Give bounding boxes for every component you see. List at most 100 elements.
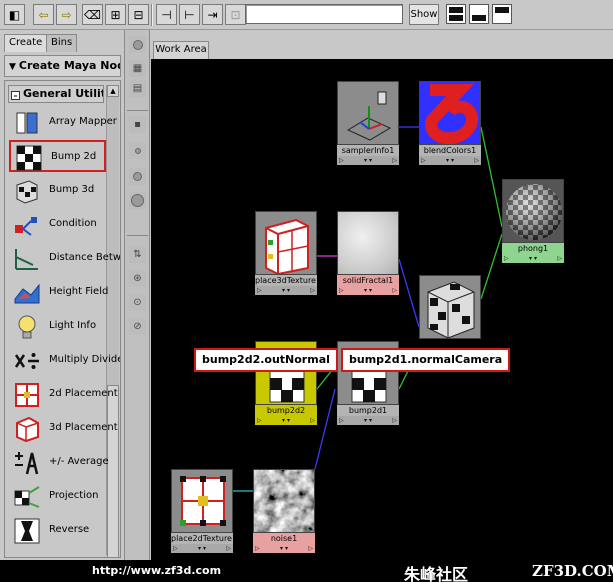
node-sampler-info[interactable]: samplerInfo1 ▷ ▾ ▾ ▷ <box>337 81 399 173</box>
node-solid-fractal[interactable]: solidFractal1 ▷ ▾ ▾ ▷ <box>337 211 399 303</box>
item-label: Multiply Divide <box>49 354 121 365</box>
connection-line[interactable] <box>398 258 420 328</box>
node-phong[interactable]: phong1 ▷ ▾ ▾ ▷ <box>502 179 564 271</box>
node-label: bump2d2 <box>255 405 317 416</box>
vtool-separator <box>127 110 148 111</box>
list-item-height-field[interactable]: Height Field <box>9 277 109 309</box>
list-item-condition[interactable]: Condition <box>9 209 106 241</box>
sampler-info-icon <box>346 91 392 141</box>
list-scrollbar[interactable]: ▲ <box>106 85 119 557</box>
create-maya-nodes-dropdown[interactable]: ▼Create Maya Node <box>4 55 121 77</box>
list-item-reverse[interactable]: Reverse <box>9 515 106 547</box>
node-ports: ▷ ▾ ▾ ▷ <box>337 416 399 425</box>
item-label: Reverse <box>49 524 90 535</box>
tab-bins[interactable]: Bins <box>46 34 78 52</box>
node-place-2d-texture[interactable]: place2dTexture1 ▷ ▾ ▾ ▷ <box>171 469 233 561</box>
node-blend-colors[interactable]: blendColors1 ▷ ▾ ▾ ▷ <box>419 81 481 173</box>
tab-work-area[interactable]: Work Area <box>153 41 209 59</box>
eraser-icon[interactable]: ⌫ <box>82 4 103 25</box>
tab-create[interactable]: Create <box>4 34 48 52</box>
bump-3d-icon <box>16 180 38 204</box>
input-connections-icon[interactable]: ⊣ <box>156 4 177 25</box>
sort-time-icon[interactable]: ⊙ <box>129 294 146 311</box>
list-item-3d-placement[interactable]: 3d Placement <box>9 413 118 445</box>
sort-reverse-icon[interactable]: ⊘ <box>129 318 146 335</box>
node-noise[interactable]: noise1 ▷ ▾ ▾ ▷ <box>253 469 315 561</box>
layout-top-icon[interactable] <box>492 4 512 24</box>
node-ports: ▷ ▾ ▾ ▷ <box>337 156 399 165</box>
scroll-thumb[interactable] <box>107 385 119 557</box>
item-label: Light Info <box>49 320 97 331</box>
toolbar-separator <box>151 4 153 26</box>
item-label: Height Field <box>49 286 109 297</box>
arrow-right-icon[interactable]: ⇨ <box>56 4 77 25</box>
node-ports: ▷ ▾ ▾ ▷ <box>337 286 399 295</box>
vertical-toolbar: ▦ ▤ ▪ ⇅ ⊛ ⊙ ⊘ <box>125 30 150 560</box>
create-header-label: Create Maya Node <box>18 59 120 72</box>
list-item-light-info[interactable]: Light Info <box>9 311 106 343</box>
height-field-icon <box>14 283 40 304</box>
node-thumbnail <box>337 211 399 275</box>
connection-line[interactable] <box>314 388 336 470</box>
graph-network-icon[interactable]: ⊟ <box>128 4 149 25</box>
bump-3d-icon <box>427 281 475 338</box>
output-connections-icon[interactable]: ⇥ <box>202 4 223 25</box>
show-button[interactable]: Show <box>409 4 439 25</box>
list-item-projection[interactable]: Projection <box>9 481 106 513</box>
node-ports: ▷ ▾ ▾ ▷ <box>171 544 233 553</box>
work-area-canvas[interactable]: samplerInfo1 ▷ ▾ ▾ ▷ blendColors1 ▷ ▾ ▾ ▷ <box>151 59 613 560</box>
node-thumbnail <box>337 81 399 145</box>
node-thumbnail <box>419 275 481 339</box>
small-square-icon[interactable]: ▪ <box>129 116 146 133</box>
rearrange-icon[interactable]: ⊞ <box>105 4 126 25</box>
list-item-distance-between[interactable]: Distance Between <box>9 243 120 275</box>
top-toolbar: ◧ ⇦ ⇨ ⌫ ⊞ ⊟ ⊣ ⊢ ⇥ ⊡ Show <box>0 0 613 30</box>
triangle-down-icon: ▼ <box>9 62 16 72</box>
node-place-3d-texture[interactable]: place3dTexture1 ▷ ▾ ▾ ▷ <box>255 211 317 303</box>
node-thumbnail <box>253 469 315 533</box>
list-view-icon[interactable]: ▤ <box>129 80 146 97</box>
connection-line[interactable] <box>480 126 503 228</box>
node-ports: ▷ ▾ ▾ ▷ <box>253 544 315 553</box>
node-ports: ▷ ▾ ▾ ▷ <box>255 416 317 425</box>
grid-view-icon[interactable]: ▦ <box>129 60 146 77</box>
arrow-left-icon[interactable]: ⇦ <box>33 4 54 25</box>
item-label: +/- Average <box>49 456 109 467</box>
graph-icon[interactable]: ◧ <box>4 4 25 25</box>
projection-icon <box>14 486 40 508</box>
section-label: General Utilities <box>23 87 103 100</box>
list-item-multiply-divide[interactable]: Multiply Divide <box>9 345 120 377</box>
filter-icon[interactable]: ⊡ <box>225 4 246 25</box>
large-dot-icon[interactable] <box>129 192 146 209</box>
connection-line[interactable] <box>480 233 503 300</box>
light-info-icon <box>18 315 36 339</box>
connection-source-label: bump2d2.outNormal <box>194 348 338 372</box>
node-label: place2dTexture1 <box>171 533 233 544</box>
blend-colors-icon <box>425 84 478 144</box>
small-dot-icon[interactable] <box>129 142 146 159</box>
checker-sphere-icon <box>506 184 562 240</box>
sort-type-icon[interactable]: ⊛ <box>129 270 146 287</box>
search-input[interactable] <box>245 4 403 24</box>
layout-split-icon[interactable] <box>446 4 466 24</box>
list-item-plus-minus-average[interactable]: +/- Average <box>9 447 109 479</box>
input-output-icon[interactable]: ⊢ <box>179 4 200 25</box>
medium-dot-icon[interactable] <box>129 168 146 185</box>
placement-3d-icon <box>16 416 39 443</box>
node-thumbnail <box>419 81 481 145</box>
section-general-utilities[interactable]: –General Utilities <box>8 85 104 103</box>
list-item-bump-2d[interactable]: Bump 2d <box>9 140 106 172</box>
layout-bottom-icon[interactable] <box>469 4 489 24</box>
sphere-icon[interactable] <box>129 36 146 53</box>
sort-alpha-icon[interactable]: ⇅ <box>129 246 146 263</box>
list-item-bump-3d[interactable]: Bump 3d <box>9 175 106 207</box>
node-label: noise1 <box>253 533 315 544</box>
node-thumbnail <box>171 469 233 533</box>
node-list: –General Utilities ▲ Array Mapper Bump 2… <box>4 80 121 558</box>
list-item-array-mapper[interactable]: Array Mapper <box>9 107 117 139</box>
placement-2d-icon <box>180 476 226 526</box>
item-label: Array Mapper <box>49 116 117 127</box>
node-thumbnail <box>502 179 564 243</box>
scroll-up-icon[interactable]: ▲ <box>107 85 119 97</box>
list-item-2d-placement[interactable]: 2d Placement <box>9 379 118 411</box>
